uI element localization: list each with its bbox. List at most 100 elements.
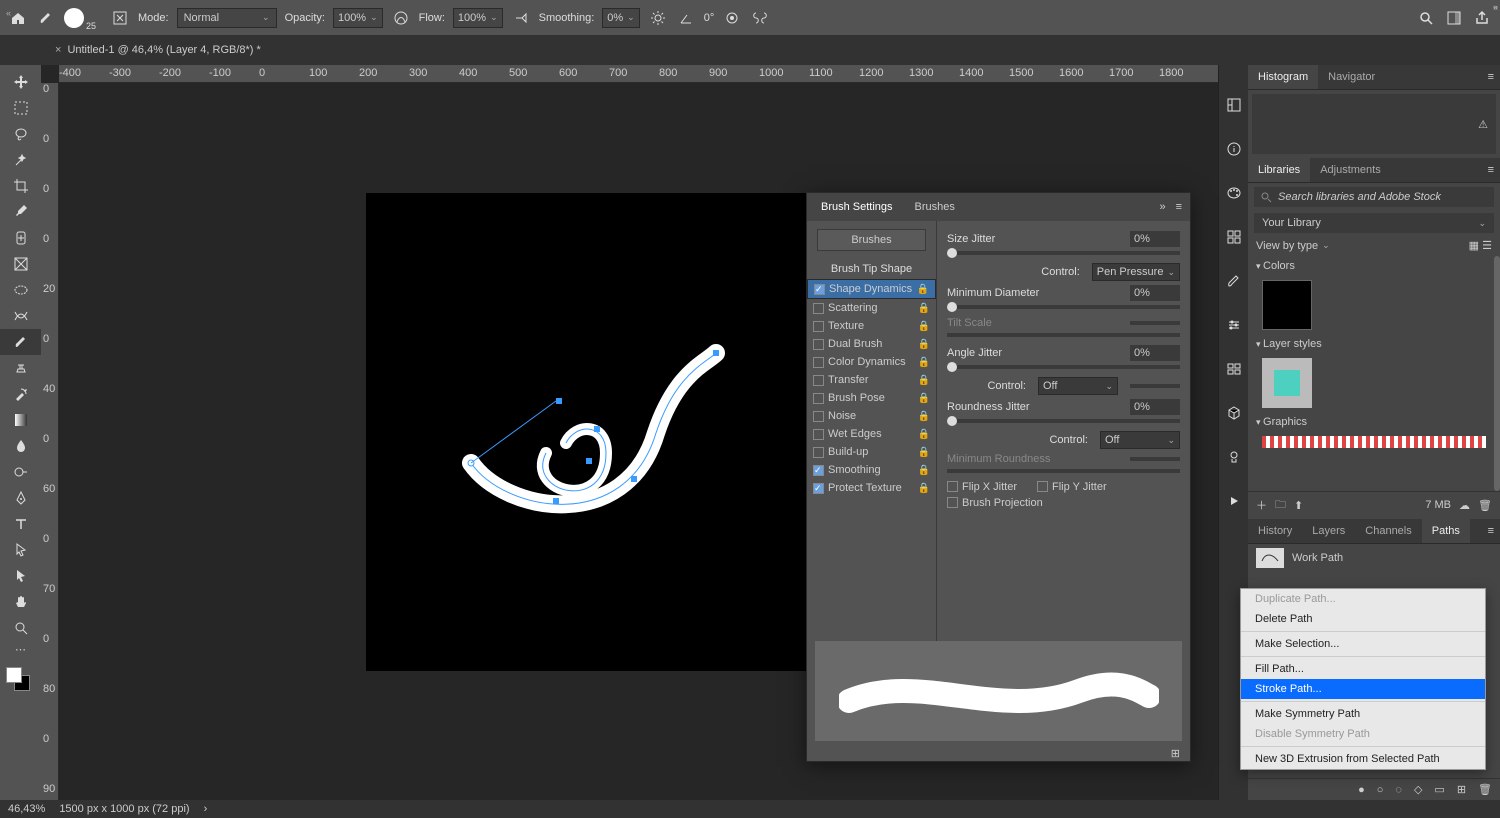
lock-icon[interactable]: 🔒 xyxy=(917,284,929,295)
checkbox[interactable] xyxy=(813,429,824,440)
lock-icon[interactable]: 🔒 xyxy=(918,357,930,368)
lock-icon[interactable]: 🔒 xyxy=(918,429,930,440)
brush-option-scattering[interactable]: Scattering🔒 xyxy=(807,299,936,317)
blur-tool[interactable] xyxy=(0,433,41,459)
path-select-tool[interactable] xyxy=(0,537,41,563)
panel-menu-icon[interactable]: ≡ xyxy=(1176,201,1182,213)
tab-channels[interactable]: Channels xyxy=(1355,519,1421,543)
checkbox[interactable] xyxy=(813,483,824,494)
checkbox[interactable] xyxy=(813,303,824,314)
marquee-tool[interactable] xyxy=(0,95,41,121)
learn-panel-icon[interactable] xyxy=(1224,447,1244,467)
crop-tool[interactable] xyxy=(0,173,41,199)
min-diameter-value[interactable]: 0% xyxy=(1130,285,1180,301)
search-icon[interactable] xyxy=(1416,8,1436,28)
history-brush-tool[interactable] xyxy=(0,381,41,407)
size-jitter-value[interactable]: 0% xyxy=(1130,231,1180,247)
share-icon[interactable] xyxy=(1472,8,1492,28)
scrollbar[interactable] xyxy=(1494,256,1500,491)
flow-input[interactable]: 100%⌄ xyxy=(453,8,503,28)
flip-y-jitter-checkbox[interactable]: Flip Y Jitter xyxy=(1037,481,1107,493)
dodge-tool[interactable] xyxy=(0,459,41,485)
library-color-swatch[interactable] xyxy=(1262,280,1312,330)
timeline-panel-icon[interactable] xyxy=(1224,491,1244,511)
mask-icon[interactable]: ▭ xyxy=(1434,783,1444,796)
tab-layers[interactable]: Layers xyxy=(1302,519,1355,543)
pressure-size-icon[interactable] xyxy=(722,8,742,28)
tab-histogram[interactable]: Histogram xyxy=(1248,65,1318,89)
marquee-ellipse-tool[interactable] xyxy=(0,277,41,303)
path-row-workpath[interactable]: Work Path xyxy=(1248,544,1500,572)
magic-wand-tool[interactable] xyxy=(0,147,41,173)
symmetry-icon[interactable] xyxy=(750,8,770,28)
lock-icon[interactable]: 🔒 xyxy=(918,393,930,404)
menu-item-make-symmetry-path[interactable]: Make Symmetry Path xyxy=(1241,704,1485,724)
brush-option-protect-texture[interactable]: Protect Texture🔒 xyxy=(807,479,936,497)
lock-icon[interactable]: 🔒 xyxy=(918,483,930,494)
swatches-panel-icon[interactable] xyxy=(1224,227,1244,247)
brush-tool-icon[interactable] xyxy=(36,8,56,28)
tab-adjustments[interactable]: Adjustments xyxy=(1310,158,1391,182)
delete-path-icon[interactable]: 🗑 xyxy=(1478,783,1492,796)
brush-option-dual-brush[interactable]: Dual Brush🔒 xyxy=(807,335,936,353)
checkbox[interactable] xyxy=(813,447,824,458)
smoothing-input[interactable]: 0%⌄ xyxy=(602,8,639,28)
airbrush-icon[interactable] xyxy=(511,8,531,28)
styles-panel-icon[interactable] xyxy=(1224,359,1244,379)
lock-icon[interactable]: 🔒 xyxy=(918,375,930,386)
lasso-tool[interactable] xyxy=(0,121,41,147)
brush-preview-icon[interactable] xyxy=(64,8,84,28)
brush-panel-toggle-icon[interactable] xyxy=(110,8,130,28)
flip-x-jitter-checkbox[interactable]: Flip X Jitter xyxy=(947,481,1017,493)
lock-icon[interactable]: 🔒 xyxy=(918,303,930,314)
library-style-swatch[interactable] xyxy=(1262,358,1312,408)
collapse-panels-icon[interactable]: » xyxy=(1493,2,1498,12)
collapse-panel-icon[interactable]: » xyxy=(1159,201,1165,213)
cloud-icon[interactable]: ☁ xyxy=(1459,499,1470,512)
control-off-select[interactable]: Off⌄ xyxy=(1038,377,1118,395)
stroke-path-icon[interactable]: ○ xyxy=(1377,784,1384,796)
library-view-mode[interactable]: View by type⌄▦ ☰ xyxy=(1248,235,1500,256)
roundness-jitter-value[interactable]: 0% xyxy=(1130,399,1180,415)
pressure-opacity-icon[interactable] xyxy=(391,8,411,28)
brush-option-smoothing[interactable]: Smoothing🔒 xyxy=(807,461,936,479)
checkbox[interactable] xyxy=(814,284,825,295)
checkbox[interactable] xyxy=(813,375,824,386)
direct-select-tool[interactable] xyxy=(0,563,41,589)
library-graphic-item[interactable] xyxy=(1262,436,1486,448)
smoothing-options-icon[interactable] xyxy=(648,8,668,28)
menu-item-new-d-extrusion-from-selected-path[interactable]: New 3D Extrusion from Selected Path xyxy=(1241,749,1485,769)
grid-view-icon[interactable]: ▦ xyxy=(1469,239,1479,252)
checkbox[interactable] xyxy=(813,321,824,332)
brushes-button[interactable]: Brushes xyxy=(817,229,926,251)
frame-tool[interactable] xyxy=(0,251,41,277)
gradient-tool[interactable] xyxy=(0,407,41,433)
document-tab[interactable]: × Untitled-1 @ 46,4% (Layer 4, RGB/8*) * xyxy=(45,40,271,60)
adjustments-panel-icon[interactable] xyxy=(1224,315,1244,335)
blend-mode-select[interactable]: Normal⌄ xyxy=(177,8,277,28)
info-panel-icon[interactable] xyxy=(1224,139,1244,159)
zoom-tool[interactable] xyxy=(0,615,41,641)
checkbox[interactable] xyxy=(813,411,824,422)
lock-icon[interactable]: 🔒 xyxy=(918,339,930,350)
brush-option-build-up[interactable]: Build-up🔒 xyxy=(807,443,936,461)
brush-option-color-dynamics[interactable]: Color Dynamics🔒 xyxy=(807,353,936,371)
lock-icon[interactable]: 🔒 xyxy=(918,447,930,458)
brush-option-shape-dynamics[interactable]: Shape Dynamics🔒 xyxy=(807,279,936,299)
list-view-icon[interactable]: ☰ xyxy=(1482,239,1492,252)
panel-menu-icon[interactable]: ≡ xyxy=(1482,65,1500,89)
folder-icon[interactable]: 🗀 xyxy=(1275,496,1286,515)
brush-projection-checkbox[interactable]: Brush Projection xyxy=(947,497,1180,509)
library-select[interactable]: Your Library⌄ xyxy=(1254,213,1494,233)
library-search-input[interactable]: Search libraries and Adobe Stock xyxy=(1254,187,1494,207)
checkbox[interactable] xyxy=(813,339,824,350)
angle-jitter-slider[interactable] xyxy=(947,365,1180,369)
hand-tool[interactable] xyxy=(0,589,41,615)
path-to-selection-icon[interactable]: ◌ xyxy=(1395,784,1402,796)
edit-toolbar-icon[interactable]: ⋯ xyxy=(0,641,41,657)
panel-menu-icon[interactable]: ≡ xyxy=(1482,519,1500,543)
tab-brush-settings[interactable]: Brush Settings xyxy=(815,197,899,217)
fill-path-icon[interactable]: ● xyxy=(1358,784,1365,796)
tab-paths[interactable]: Paths xyxy=(1422,519,1470,543)
status-chevron-icon[interactable]: › xyxy=(204,803,208,815)
